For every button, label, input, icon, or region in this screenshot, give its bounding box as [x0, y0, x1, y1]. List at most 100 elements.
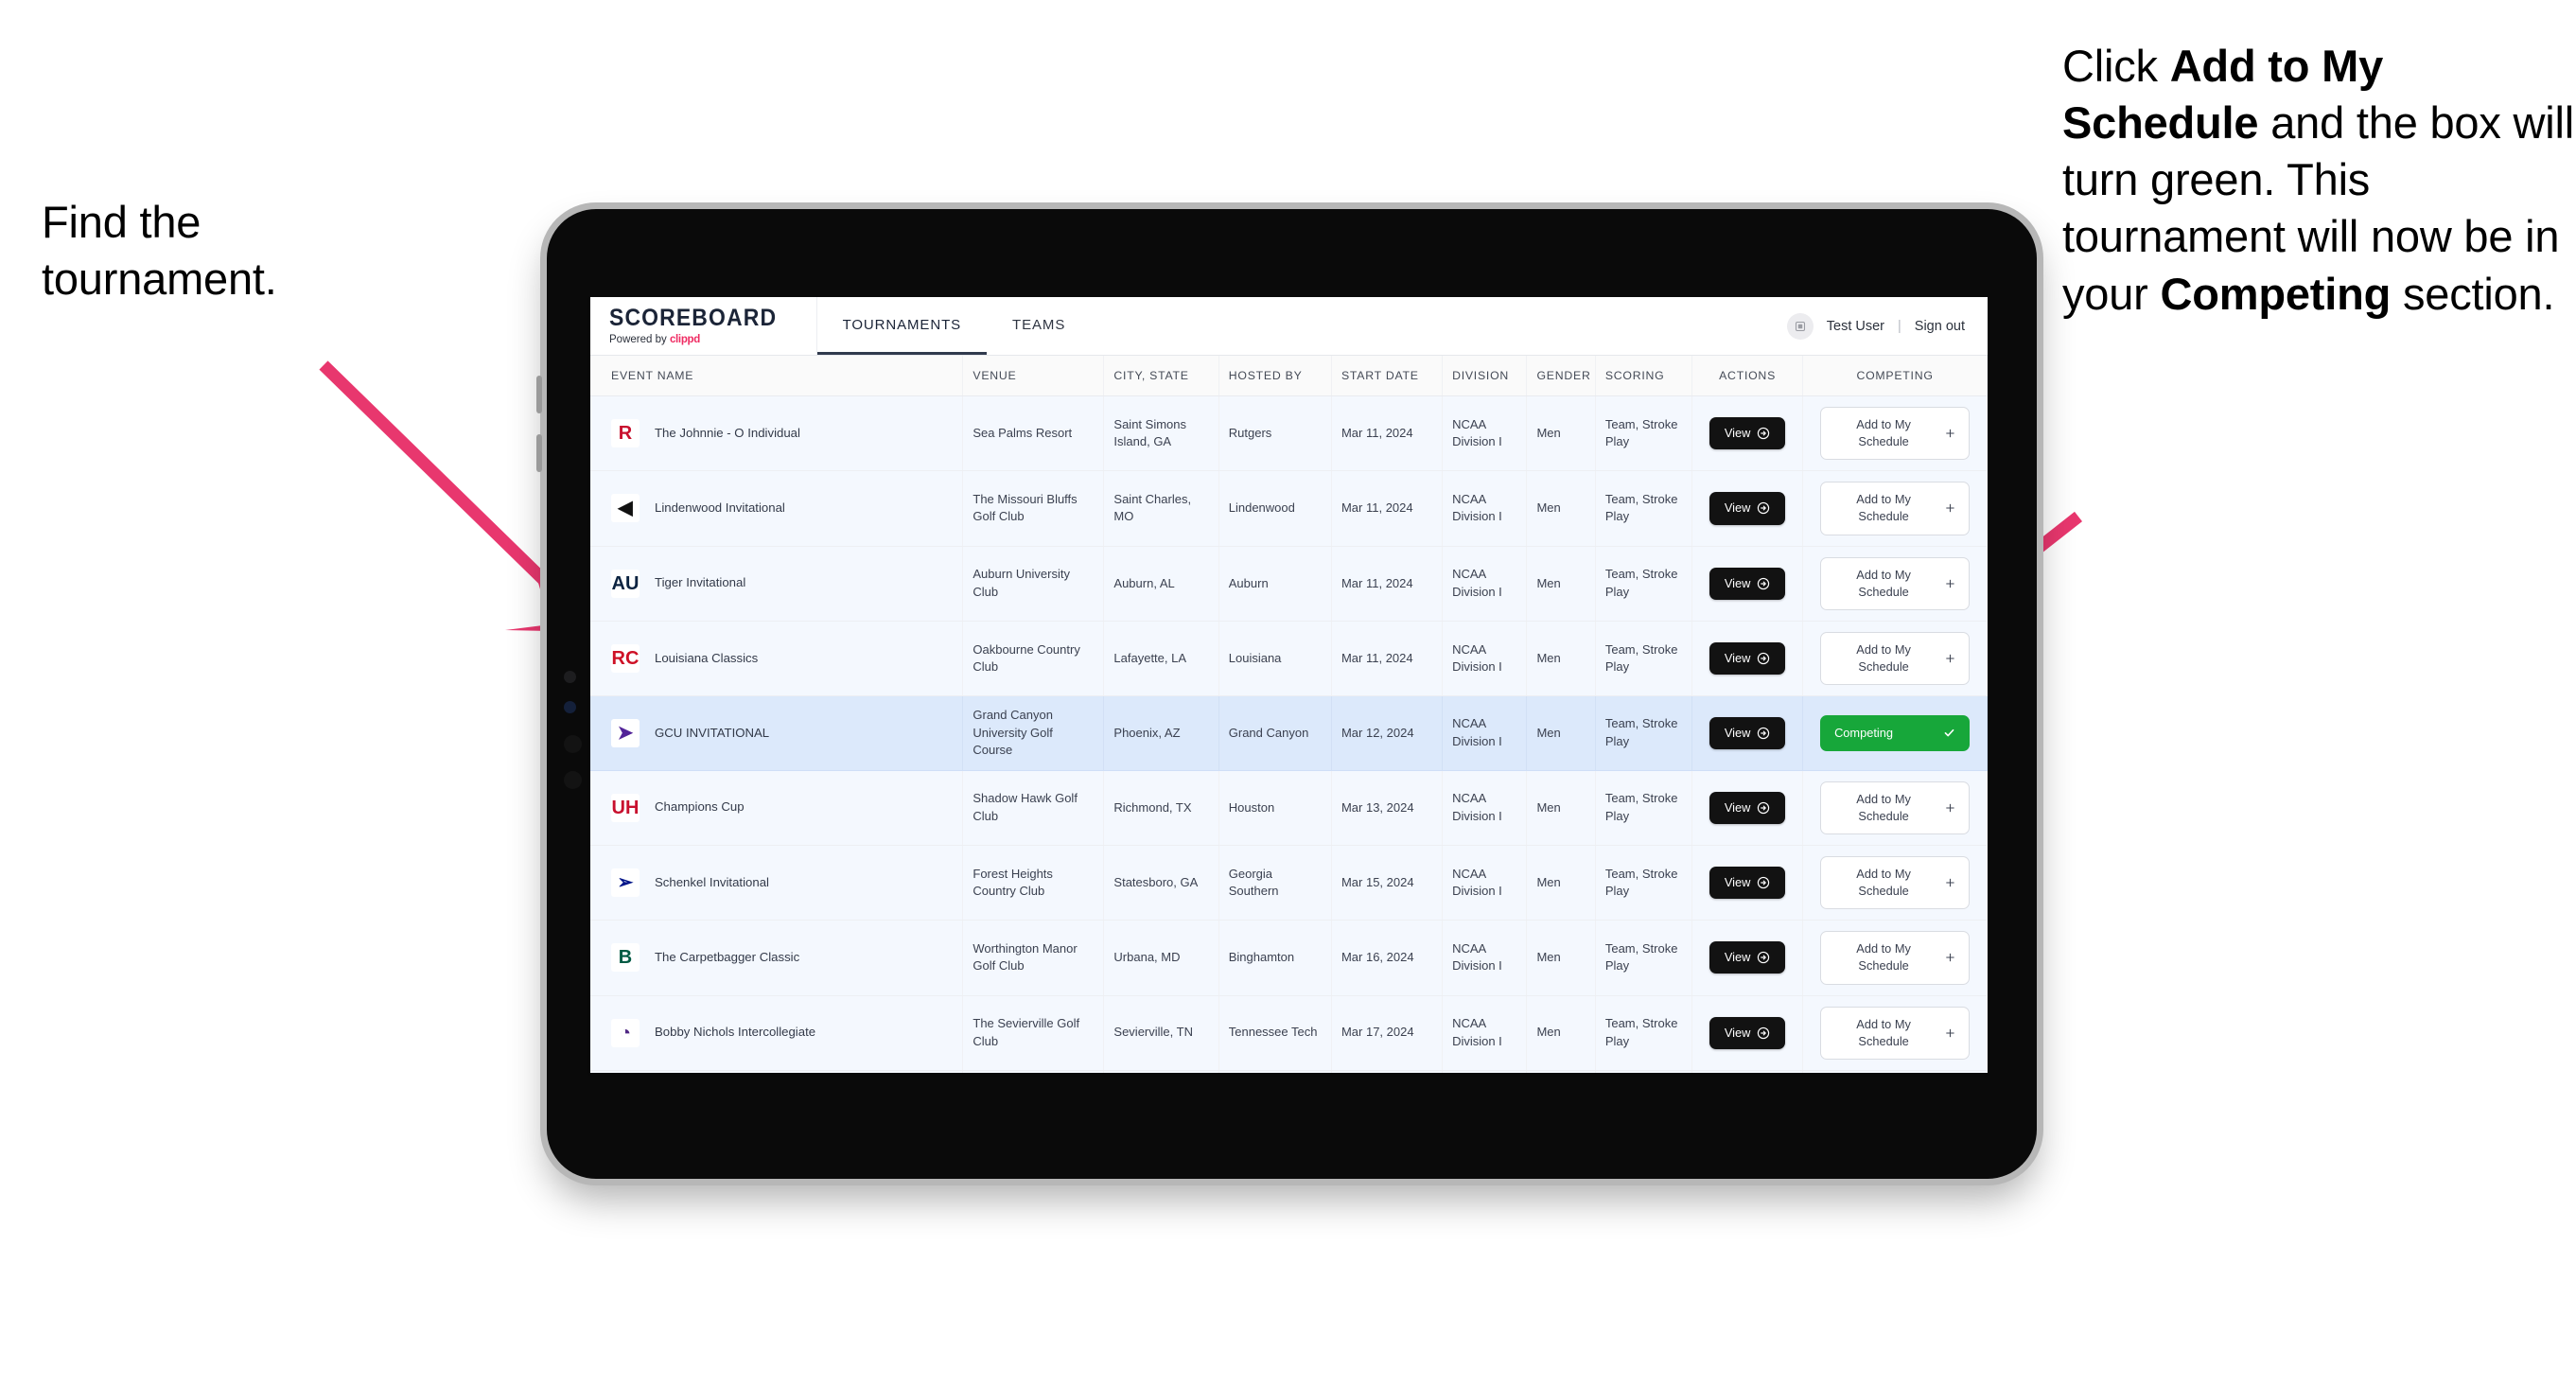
column-header-start-date[interactable]: START DATE: [1331, 356, 1444, 396]
view-button[interactable]: View: [1709, 867, 1786, 900]
column-header-division[interactable]: DIVISION: [1442, 356, 1528, 396]
event-name[interactable]: Bobby Nichols Intercollegiate: [655, 1024, 815, 1042]
competing-label: Competing: [1834, 725, 1893, 740]
cell-division: NCAA Division I: [1442, 395, 1528, 472]
cell-venue: Shadow Hawk Golf Club: [962, 770, 1105, 846]
team-logo-icon: R: [611, 419, 640, 448]
table-row[interactable]: AU Tiger Invitational Auburn University …: [590, 546, 1988, 622]
cell-division: NCAA Division I: [1442, 695, 1528, 771]
column-header-city-state[interactable]: CITY, STATE: [1103, 356, 1219, 396]
cell-competing: Add to My Schedule: [1802, 1070, 1988, 1073]
table-row[interactable]: RC Louisiana Classics Oakbourne Country …: [590, 621, 1988, 697]
cell-actions: View: [1691, 770, 1804, 846]
add-to-my-schedule-label: Add to My Schedule: [1856, 866, 1911, 899]
cell-scoring: Team, Stroke Play: [1595, 1070, 1693, 1073]
brand-logo[interactable]: SCOREBOARD Powered by clippd: [590, 297, 817, 355]
add-to-my-schedule-button[interactable]: Add to My Schedule: [1820, 556, 1971, 610]
circle-arrow-right-icon: [1758, 727, 1770, 740]
cell-division: NCAA Division I: [1442, 770, 1528, 846]
table-row[interactable]: UH Champions Cup Shadow Hawk Golf Club R…: [590, 770, 1988, 846]
add-to-my-schedule-button[interactable]: Add to My Schedule: [1820, 631, 1971, 686]
cell-actions: View: [1691, 546, 1804, 622]
event-name[interactable]: Tiger Invitational: [655, 574, 745, 592]
avatar[interactable]: [1786, 312, 1814, 340]
table-row[interactable]: B The Carpetbagger Classic Worthington M…: [590, 920, 1988, 996]
view-label: View: [1724, 426, 1751, 441]
event-cell: ◀ Lindenwood Invitational: [600, 494, 953, 523]
sign-out-link[interactable]: Sign out: [1915, 319, 1965, 334]
team-logo-icon: B: [611, 943, 640, 973]
cell-hosted-by: Georgia Southern: [1218, 845, 1332, 921]
cell-division: NCAA Division I: [1442, 1070, 1528, 1073]
tournaments-table: EVENT NAME VENUE CITY, STATE HOSTED BY S…: [590, 356, 1988, 1073]
cell-event-name: ➤ GCU INVITATIONAL: [590, 695, 964, 771]
view-button[interactable]: View: [1709, 716, 1786, 749]
table-row[interactable]: ◀ Lindenwood Invitational The Missouri B…: [590, 470, 1988, 547]
event-cell: ➤ GCU INVITATIONAL: [600, 718, 953, 747]
cell-scoring: Team, Stroke Play: [1595, 395, 1693, 472]
event-name[interactable]: Louisiana Classics: [655, 650, 758, 668]
event-name[interactable]: Champions Cup: [655, 798, 745, 816]
event-name[interactable]: GCU INVITATIONAL: [655, 725, 769, 743]
front-camera-icon: [564, 701, 576, 713]
cell-venue: The Missouri Bluffs Golf Club: [962, 470, 1105, 547]
plus-icon: [1946, 803, 1954, 813]
tab-teams[interactable]: TEAMS: [987, 297, 1091, 355]
cell-venue: Grand Canyon University Golf Course: [962, 695, 1105, 771]
view-button[interactable]: View: [1709, 567, 1786, 600]
cell-hosted-by: Grand Canyon: [1218, 695, 1332, 771]
team-logo-icon: UH: [611, 793, 640, 822]
cell-hosted-by: Lindenwood: [1218, 470, 1332, 547]
cell-city-state: Statesboro, GA: [1103, 845, 1219, 921]
plus-icon: [1946, 504, 1954, 513]
speaker-hole-icon: [564, 771, 582, 789]
event-cell: B The Carpetbagger Classic: [600, 943, 953, 973]
cell-actions: View: [1691, 621, 1804, 697]
add-to-my-schedule-button[interactable]: Add to My Schedule: [1820, 931, 1971, 985]
event-name[interactable]: Schenkel Invitational: [655, 874, 769, 892]
table-row[interactable]: R The Johnnie - O Individual Sea Palms R…: [590, 395, 1988, 472]
cell-division: NCAA Division I: [1442, 995, 1528, 1071]
event-cell: ◔ Bobby Nichols Intercollegiate: [600, 1018, 953, 1047]
cell-competing: Add to My Schedule: [1802, 395, 1988, 472]
column-header-event-name[interactable]: EVENT NAME: [590, 356, 964, 396]
column-header-scoring[interactable]: SCORING: [1595, 356, 1693, 396]
brand-powered-prefix: Powered by: [609, 333, 670, 345]
event-name[interactable]: The Carpetbagger Classic: [655, 949, 799, 967]
cell-division: NCAA Division I: [1442, 920, 1528, 996]
table-row[interactable]: ➤ GCU INVITATIONAL Grand Canyon Universi…: [590, 695, 1988, 771]
volume-up-button[interactable]: [536, 376, 542, 413]
view-label: View: [1724, 575, 1751, 590]
view-button[interactable]: View: [1709, 1016, 1786, 1049]
view-button[interactable]: View: [1709, 417, 1786, 450]
event-name[interactable]: Lindenwood Invitational: [655, 500, 785, 518]
view-button[interactable]: View: [1709, 791, 1786, 824]
column-header-gender[interactable]: GENDER: [1526, 356, 1596, 396]
add-to-my-schedule-button[interactable]: Add to My Schedule: [1820, 781, 1971, 834]
add-to-my-schedule-label: Add to My Schedule: [1856, 941, 1911, 974]
cell-start-date: Mar 11, 2024: [1331, 395, 1444, 472]
add-to-my-schedule-button[interactable]: Add to My Schedule: [1820, 1006, 1971, 1060]
cell-gender: Men: [1526, 695, 1596, 771]
table-row[interactable]: ➢ Schenkel Invitational Forest Heights C…: [590, 845, 1988, 921]
add-to-my-schedule-button[interactable]: Add to My Schedule: [1820, 855, 1971, 910]
cell-scoring: Team, Stroke Play: [1595, 546, 1693, 622]
add-to-my-schedule-label: Add to My Schedule: [1856, 1016, 1911, 1048]
volume-down-button[interactable]: [536, 434, 542, 472]
add-to-my-schedule-button[interactable]: Add to My Schedule: [1820, 407, 1971, 461]
event-name[interactable]: The Johnnie - O Individual: [655, 425, 800, 443]
column-header-hosted-by[interactable]: HOSTED BY: [1218, 356, 1332, 396]
view-button[interactable]: View: [1709, 492, 1786, 525]
nav-account-area: Test User | Sign out: [1786, 297, 1988, 355]
view-button[interactable]: View: [1709, 941, 1786, 974]
tab-tournaments[interactable]: TOURNAMENTS: [816, 297, 988, 355]
cell-division: NCAA Division I: [1442, 845, 1528, 921]
table-row[interactable]: ◔ Bobby Nichols Intercollegiate The Sevi…: [590, 995, 1988, 1071]
view-button[interactable]: View: [1709, 642, 1786, 675]
competing-button[interactable]: Competing: [1820, 714, 1971, 751]
table-row[interactable]: KS Linger Longer Invitational Great Wate…: [590, 1070, 1988, 1073]
add-to-my-schedule-button[interactable]: Add to My Schedule: [1820, 482, 1971, 535]
annotation-right-prefix: Click: [2062, 41, 2170, 91]
cell-hosted-by: Houston: [1218, 770, 1332, 846]
column-header-venue[interactable]: VENUE: [962, 356, 1105, 396]
